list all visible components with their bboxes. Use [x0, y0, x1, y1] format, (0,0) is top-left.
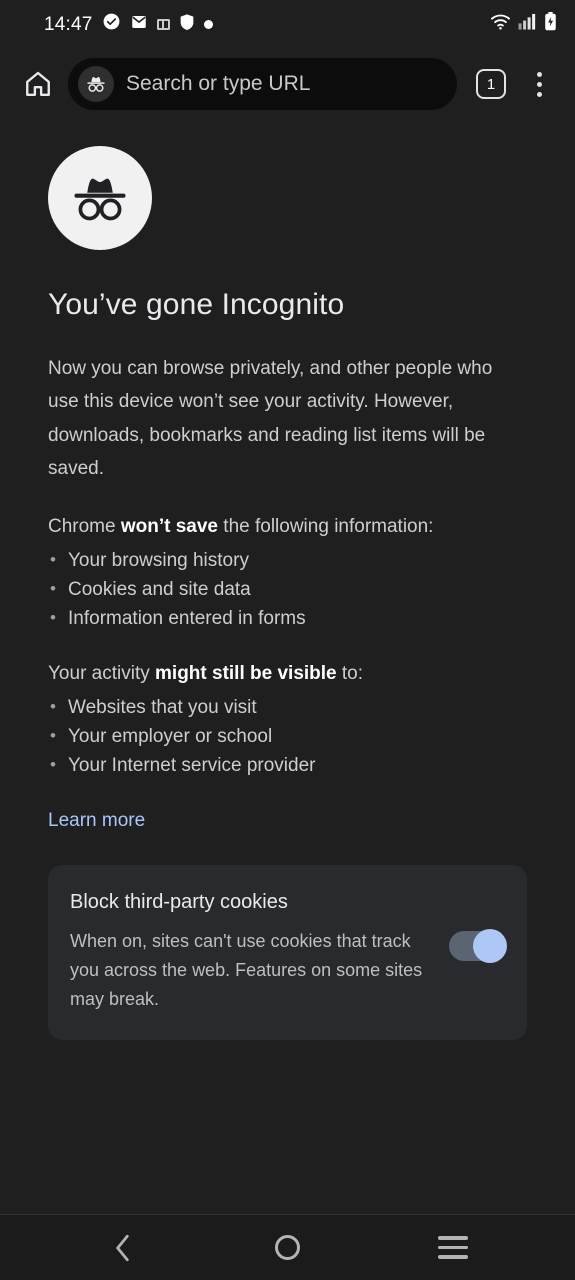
visible-to-heading: Your activity might still be visible to: [48, 659, 527, 688]
list-item: Cookies and site data [48, 574, 527, 604]
incognito-badge-icon [78, 66, 114, 102]
hamburger-icon [437, 1236, 468, 1259]
learn-more-link[interactable]: Learn more [48, 806, 145, 835]
home-button[interactable] [16, 62, 60, 106]
android-navigation-bar [0, 1214, 575, 1280]
wont-save-suffix: the following information: [218, 515, 434, 537]
wont-save-list: Your browsing history Cookies and site d… [48, 545, 527, 633]
omnibox-placeholder-text: Search or type URL [126, 72, 311, 95]
cookie-toggle-wrapper [433, 889, 507, 963]
tab-switcher-button[interactable]: 1 [469, 62, 513, 106]
check-circle-icon [102, 12, 121, 36]
mail-envelope-icon [130, 13, 148, 36]
wont-save-emphasis: won’t save [120, 515, 219, 537]
kebab-menu-icon [536, 71, 542, 97]
nav-recents-button[interactable] [421, 1222, 485, 1274]
circle-icon [275, 1235, 300, 1260]
list-item: Websites that you visit [48, 692, 527, 722]
tab-count-badge: 1 [476, 69, 506, 99]
list-item: Your Internet service provider [48, 750, 527, 780]
block-cookies-toggle[interactable] [449, 928, 507, 963]
browser-toolbar: Search or type URL 1 [0, 48, 575, 120]
shield-vpn-icon [179, 13, 195, 36]
visible-to-emphasis: might still be visible [155, 662, 337, 684]
cookie-card-title: Block third-party cookies [70, 890, 288, 913]
incognito-avatar [48, 146, 152, 250]
list-item: Your employer or school [48, 721, 527, 751]
notification-dot-icon [203, 19, 213, 29]
battery-charging-icon [544, 12, 557, 36]
intro-paragraph: Now you can browse privately, and other … [48, 357, 493, 480]
visible-to-list: Websites that you visit Your employer or… [48, 692, 527, 780]
chevron-left-icon [115, 1234, 129, 1261]
status-clock: 14:47 [44, 13, 93, 35]
browser-window: 14:47 Search or type URL 1 You’ve gone I… [0, 0, 575, 1280]
block-third-party-cookies-card: Block third-party cookies When on, sites… [48, 864, 527, 1040]
toggle-thumb [473, 928, 507, 963]
app-badge-icon [156, 18, 170, 30]
wont-save-prefix: Chrome [48, 515, 121, 537]
cookie-card-text: Block third-party cookies When on, sites… [70, 889, 423, 1014]
overflow-menu-button[interactable] [517, 62, 561, 106]
nav-back-button[interactable] [91, 1222, 155, 1274]
nav-home-button[interactable] [256, 1222, 320, 1274]
list-item: Your browsing history [48, 545, 527, 575]
status-bar-right [490, 12, 557, 36]
incognito-page-content: You’ve gone Incognito Now you can browse… [0, 120, 575, 1214]
omnibox[interactable]: Search or type URL [68, 58, 457, 110]
visible-to-prefix: Your activity [48, 662, 156, 684]
wont-save-heading: Chrome won’t save the following informat… [48, 512, 527, 541]
status-bar-left: 14:47 [44, 12, 213, 36]
status-bar: 14:47 [0, 0, 575, 48]
list-item: Information entered in forms [48, 603, 527, 633]
visible-to-suffix: to: [336, 662, 364, 684]
wifi-icon [490, 13, 511, 35]
page-title: You’ve gone Incognito [48, 288, 345, 321]
cellular-signal-icon [518, 13, 537, 35]
cookie-card-description: When on, sites can't use cookies that tr… [70, 930, 423, 1009]
